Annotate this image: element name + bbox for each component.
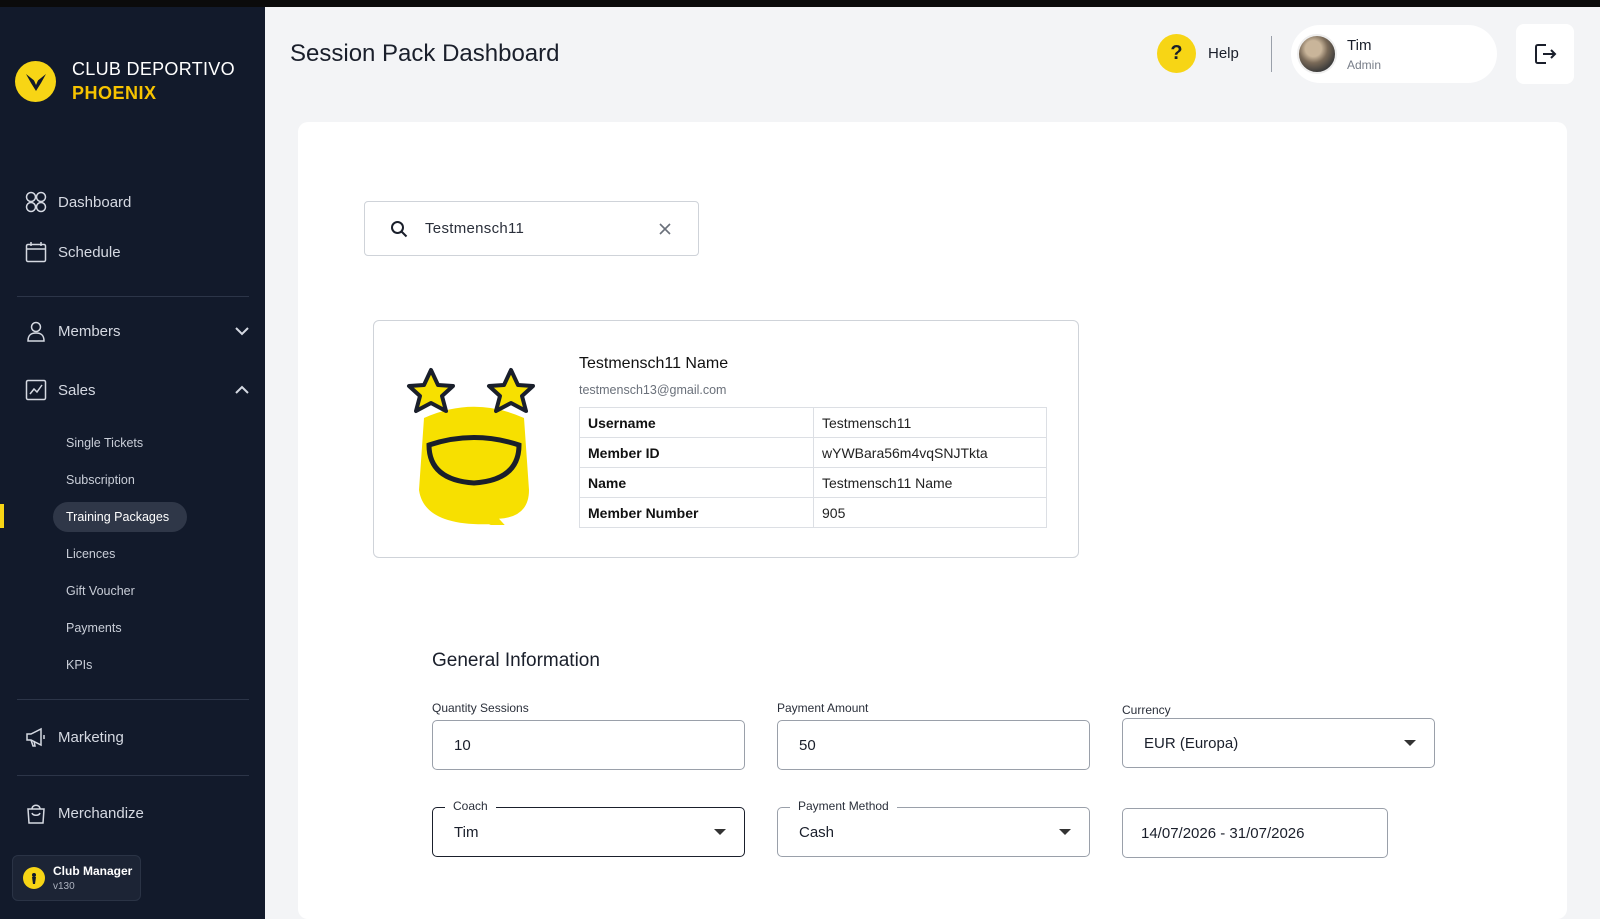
sidebar-subitem-training-packages[interactable]: Training Packages xyxy=(66,510,169,524)
section-title-general-information: General Information xyxy=(432,650,600,671)
sidebar-subitem-subscription[interactable]: Subscription xyxy=(66,473,135,487)
top-strip xyxy=(0,0,1600,7)
chart-line-icon xyxy=(25,379,47,401)
search-input[interactable]: Testmensch11 xyxy=(364,201,699,256)
sidebar-item-dashboard[interactable]: Dashboard xyxy=(25,191,250,213)
member-details-table: Username Testmensch11 Member ID wYWBara5… xyxy=(579,407,1047,528)
table-key: Name xyxy=(579,467,814,498)
table-row: Member ID wYWBara56m4vqSNJTkta xyxy=(579,437,1047,468)
sidebar-subitem-single-tickets[interactable]: Single Tickets xyxy=(66,436,143,450)
table-key: Username xyxy=(579,407,814,438)
user-role: Admin xyxy=(1347,57,1382,72)
currency-select[interactable]: EUR (Europa) xyxy=(1122,718,1435,768)
sidebar-subitem-kpis[interactable]: KPIs xyxy=(66,658,92,672)
header-divider xyxy=(1271,36,1272,72)
question-icon: ? xyxy=(1157,34,1196,73)
payment-method-select[interactable]: Payment Method Cash xyxy=(777,799,1090,857)
table-value: Testmensch11 Name xyxy=(813,467,1047,498)
sidebar-item-label: Members xyxy=(58,322,121,340)
sidebar-subitem-payments[interactable]: Payments xyxy=(66,621,122,635)
table-key: Member ID xyxy=(579,437,814,468)
active-indicator xyxy=(0,504,4,528)
club-manager-title: Club Manager xyxy=(53,864,133,878)
caret-down-icon xyxy=(714,829,726,835)
brand-name-line1: CLUB DEPORTIVO xyxy=(72,59,235,79)
payment-amount-value: 50 xyxy=(799,736,816,754)
table-value: wYWBara56m4vqSNJTkta xyxy=(813,437,1047,468)
phoenix-logo-icon xyxy=(15,60,56,102)
table-row: Member Number 905 xyxy=(579,497,1047,528)
grid-icon xyxy=(25,191,47,213)
sidebar-item-merchandize[interactable]: Merchandize xyxy=(25,802,250,824)
search-value: Testmensch11 xyxy=(425,220,525,237)
date-range-input[interactable]: 14/07/2026 - 31/07/2026 xyxy=(1122,808,1388,858)
sidebar-item-label: Dashboard xyxy=(58,193,132,211)
sidebar-divider xyxy=(17,699,249,700)
payment-amount-input[interactable]: 50 xyxy=(777,720,1090,770)
sidebar-subitem-licences[interactable]: Licences xyxy=(66,547,115,561)
date-range-value: 14/07/2026 - 31/07/2026 xyxy=(1141,824,1305,842)
member-email: testmensch13@gmail.com xyxy=(579,383,727,397)
coach-value: Tim xyxy=(454,823,479,841)
quantity-sessions-value: 10 xyxy=(454,736,471,754)
sidebar-item-sales[interactable]: Sales xyxy=(25,379,250,401)
sidebar-item-label: Merchandize xyxy=(58,804,144,822)
payment-method-value: Cash xyxy=(799,823,835,841)
help-label: Help xyxy=(1208,45,1239,62)
currency-value: EUR (Europa) xyxy=(1144,734,1239,752)
chevron-up-icon[interactable] xyxy=(234,382,250,398)
sidebar-item-label: Sales xyxy=(58,381,96,399)
user-name: Tim xyxy=(1347,36,1372,54)
quantity-sessions-input[interactable]: 10 xyxy=(432,720,745,770)
search-icon xyxy=(391,220,408,237)
club-manager-version: v130 xyxy=(53,881,75,892)
avatar xyxy=(1297,34,1337,74)
table-value: 905 xyxy=(813,497,1047,528)
coach-label: Coach xyxy=(445,799,496,813)
coach-select[interactable]: Coach Tim xyxy=(432,799,745,857)
user-icon xyxy=(25,320,47,342)
club-manager-badge[interactable]: Club Manager v130 xyxy=(12,855,141,901)
table-value: Testmensch11 xyxy=(813,407,1047,438)
mascot-avatar-icon xyxy=(407,368,535,525)
caret-down-icon xyxy=(1404,740,1416,746)
user-menu[interactable]: Tim Admin xyxy=(1291,25,1497,83)
payment-amount-label: Payment Amount xyxy=(777,701,869,715)
sidebar-item-members[interactable]: Members xyxy=(25,320,250,342)
sidebar-divider xyxy=(17,296,249,297)
table-row: Name Testmensch11 Name xyxy=(579,467,1047,498)
brand-name-line2: PHOENIX xyxy=(72,83,157,103)
sidebar-subitem-gift-voucher[interactable]: Gift Voucher xyxy=(66,584,135,598)
brand[interactable]: CLUB DEPORTIVO PHOENIX xyxy=(15,57,235,105)
member-name: Testmensch11 Name xyxy=(579,355,729,372)
quantity-sessions-label: Quantity Sessions xyxy=(432,701,529,715)
megaphone-icon xyxy=(25,726,47,748)
caret-down-icon xyxy=(1059,829,1071,835)
close-icon[interactable] xyxy=(657,221,673,237)
table-row: Username Testmensch11 xyxy=(579,407,1047,438)
sidebar-item-schedule[interactable]: Schedule xyxy=(25,241,250,263)
club-manager-logo-icon xyxy=(23,867,45,889)
sidebar-item-marketing[interactable]: Marketing xyxy=(25,726,250,748)
sidebar-item-label: Schedule xyxy=(58,243,121,261)
currency-label: Currency xyxy=(1122,703,1171,717)
payment-method-label: Payment Method xyxy=(790,799,897,813)
help-button[interactable]: ? Help xyxy=(1157,34,1239,73)
logout-button[interactable] xyxy=(1516,24,1574,84)
table-key: Member Number xyxy=(579,497,814,528)
member-card: Testmensch11 Name testmensch13@gmail.com… xyxy=(373,320,1079,558)
sidebar-divider xyxy=(17,775,249,776)
logout-icon xyxy=(1535,44,1557,64)
sidebar-item-label: Marketing xyxy=(58,728,124,746)
page-title: Session Pack Dashboard xyxy=(290,40,560,67)
calendar-icon xyxy=(25,241,47,263)
sidebar: CLUB DEPORTIVO PHOENIX Dashboard Schedul… xyxy=(0,7,265,919)
chevron-down-icon[interactable] xyxy=(234,323,250,339)
shopping-bag-icon xyxy=(25,802,47,824)
